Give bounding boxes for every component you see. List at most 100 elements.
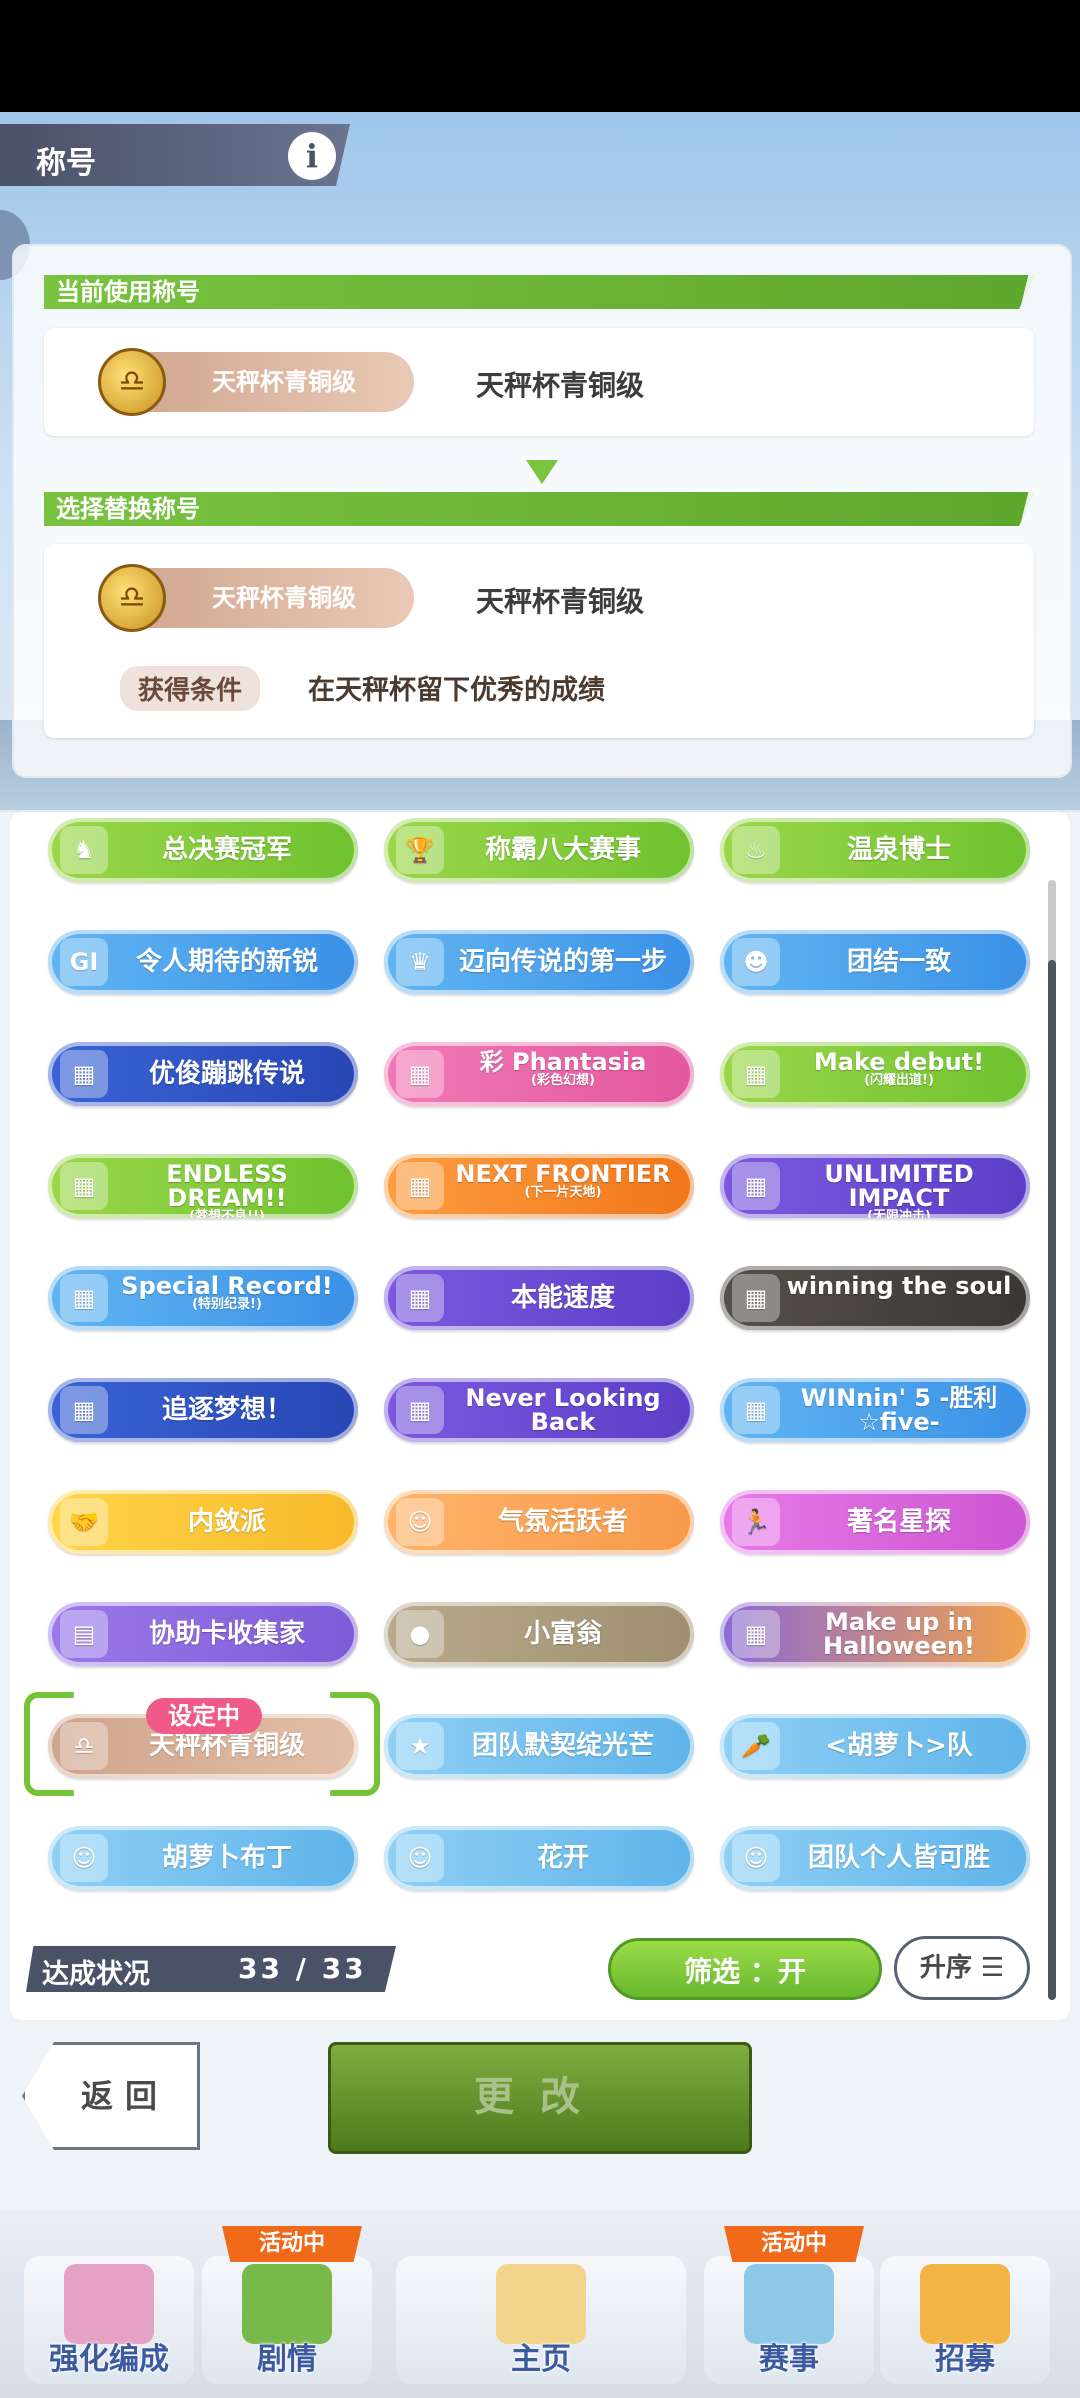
title-button[interactable]: ▦ WINnin' 5 -胜利☆five- [720, 1378, 1030, 1442]
title-button-sublabel: (下一片天地) [524, 1185, 602, 1200]
title-button[interactable]: ♨ 温泉博士 [720, 818, 1030, 882]
title-button-label: <胡萝卜>队 [825, 1731, 973, 1761]
title-button-label: 追逐梦想！ [161, 1395, 292, 1425]
title-button[interactable]: ▦ Never Looking Back [384, 1378, 694, 1442]
title-button[interactable]: ▦ Special Record! (特别纪录!) [48, 1266, 358, 1330]
title-button[interactable]: 🤝 内敛派 [48, 1490, 358, 1554]
title-button-sublabel: (梦想不息!!) [189, 1209, 265, 1219]
filter-button[interactable]: 筛选 ：开 [608, 1938, 882, 2000]
title-button-label: 著名星探 [846, 1507, 951, 1537]
title-emblem-icon: GI [60, 938, 108, 986]
title-button[interactable]: ▦ 本能速度 [384, 1266, 694, 1330]
current-title-badge: ♎ 天秤杯青铜级 [98, 348, 414, 416]
title-button-label: 迈向传说的第一步 [458, 947, 667, 977]
title-emblem-icon: ▦ [60, 1162, 108, 1210]
nav-icon [496, 2264, 586, 2344]
title-button[interactable]: 🏆 称霸八大赛事 [384, 818, 694, 882]
title-button[interactable]: ☺ 团队个人皆可胜 [720, 1826, 1030, 1890]
title-button[interactable]: ▦ Make up in Halloween! [720, 1602, 1030, 1666]
sort-button[interactable]: 升序 ☰ [894, 1936, 1030, 2000]
title-emblem-icon: ☺ [396, 1834, 444, 1882]
nav-label: 强化编成 [49, 2342, 169, 2377]
title-emblem-icon: ☺ [60, 1834, 108, 1882]
title-button-label: 团队个人皆可胜 [807, 1843, 990, 1873]
title-emblem-icon: ♛ [396, 938, 444, 986]
title-button[interactable]: ♞ 总决赛冠军 [48, 818, 358, 882]
arrow-down-icon [526, 460, 558, 484]
page-title: 称号 [36, 146, 96, 181]
change-button[interactable]: 更改 [328, 2042, 752, 2154]
title-button-sublabel: (彩色幻想) [531, 1073, 595, 1088]
title-button[interactable]: ♛ 迈向传说的第一步 [384, 930, 694, 994]
title-emblem-icon: ☺ [396, 1498, 444, 1546]
title-button-sublabel: (无限冲击) [867, 1209, 931, 1219]
title-button[interactable]: ▦ UNLIMITED IMPACT (无限冲击) [720, 1154, 1030, 1218]
title-button[interactable]: ▦ ENDLESS DREAM!! (梦想不息!!) [48, 1154, 358, 1218]
title-emblem-icon: ▦ [60, 1274, 108, 1322]
title-emblem-icon: ▦ [732, 1610, 780, 1658]
title-button[interactable]: ● 小富翁 [384, 1602, 694, 1666]
title-button-label: 温泉博士 [846, 835, 951, 865]
scrollbar-thumb[interactable] [1048, 960, 1056, 2000]
selected-tag: 设定中 [146, 1698, 262, 1734]
nav-icon [920, 2264, 1010, 2344]
condition-label: 获得条件 [120, 666, 261, 711]
replace-title-badge: ♎ 天秤杯青铜级 [98, 564, 414, 632]
title-emblem-icon: ▦ [396, 1162, 444, 1210]
title-emblem-icon: ▦ [60, 1050, 108, 1098]
title-button[interactable]: ▦ NEXT FRONTIER (下一片天地) [384, 1154, 694, 1218]
title-button[interactable]: ☻ 团结一致 [720, 930, 1030, 994]
title-button[interactable]: ☺ 花开 [384, 1826, 694, 1890]
title-button[interactable]: ★ 团队默契绽光芒 [384, 1714, 694, 1778]
back-button[interactable]: 返回 [22, 2042, 200, 2150]
title-button[interactable]: ▦ 优俊蹦跳传说 [48, 1042, 358, 1106]
title-button[interactable]: 🏃 著名星探 [720, 1490, 1030, 1554]
title-emblem-icon: ☻ [732, 938, 780, 986]
title-button[interactable]: ☺ 胡萝卜布丁 [48, 1826, 358, 1890]
current-title-name: 天秤杯青铜级 [476, 369, 645, 402]
title-button-label: 协助卡收集家 [148, 1619, 305, 1649]
status-bar-black [0, 0, 1080, 112]
achievement-status-count: 33 / 33 [238, 1952, 367, 1985]
title-emblem-icon: 🏃 [732, 1498, 780, 1546]
title-emblem-icon: ● [396, 1610, 444, 1658]
title-emblem-icon: ▦ [732, 1386, 780, 1434]
nav-label: 招募 [935, 2342, 995, 2377]
title-button[interactable]: ▦ 追逐梦想！ [48, 1378, 358, 1442]
title-emblem-icon: ▤ [60, 1610, 108, 1658]
title-button-label: 优俊蹦跳传说 [148, 1059, 305, 1089]
current-title-card: ♎ 天秤杯青铜级 天秤杯青铜级 [44, 328, 1034, 436]
libra-medal-icon: ♎ [98, 348, 166, 416]
title-emblem-icon: ☺ [732, 1834, 780, 1882]
title-button-label: Special Record! [121, 1272, 333, 1300]
title-emblem-icon: ★ [396, 1722, 444, 1770]
nav-icon [64, 2264, 154, 2344]
title-button[interactable]: ▦ Make debut! (闪耀出道!) [720, 1042, 1030, 1106]
title-button-label: 本能速度 [510, 1283, 615, 1313]
title-emblem-icon: ▦ [396, 1050, 444, 1098]
title-button-label: 令人期待的新锐 [135, 947, 318, 977]
title-button[interactable]: ☺ 气氛活跃者 [384, 1490, 694, 1554]
title-button[interactable]: ▦ winning the soul [720, 1266, 1030, 1330]
replace-title-name: 天秤杯青铜级 [476, 585, 645, 618]
title-button-label: 称霸八大赛事 [484, 835, 641, 865]
title-button-label: ENDLESS DREAM!! [166, 1160, 288, 1212]
title-emblem-icon: ♞ [60, 826, 108, 874]
title-button-label: 花开 [536, 1843, 589, 1873]
title-emblem-icon: ▦ [60, 1386, 108, 1434]
current-title-header: 当前使用称号 [44, 275, 1034, 309]
title-emblem-icon: ▦ [732, 1050, 780, 1098]
title-button[interactable]: 🥕 <胡萝卜>队 [720, 1714, 1030, 1778]
title-button-label: Never Looking Back [465, 1384, 661, 1436]
title-button-label: NEXT FRONTIER [455, 1160, 671, 1188]
replace-title-badge-text: 天秤杯青铜级 [212, 584, 356, 612]
title-emblem-icon: ▦ [732, 1274, 780, 1322]
info-button[interactable]: i [288, 132, 336, 180]
condition-text: 在天秤杯留下优秀的成绩 [308, 675, 605, 706]
title-button[interactable]: ▤ 协助卡收集家 [48, 1602, 358, 1666]
title-button-label: 气氛活跃者 [497, 1507, 628, 1537]
title-emblem-icon: 🤝 [60, 1498, 108, 1546]
title-button[interactable]: ▦ 彩 Phantasia (彩色幻想) [384, 1042, 694, 1106]
title-button[interactable]: GI 令人期待的新锐 [48, 930, 358, 994]
title-button-label: 彩 Phantasia [479, 1048, 647, 1076]
